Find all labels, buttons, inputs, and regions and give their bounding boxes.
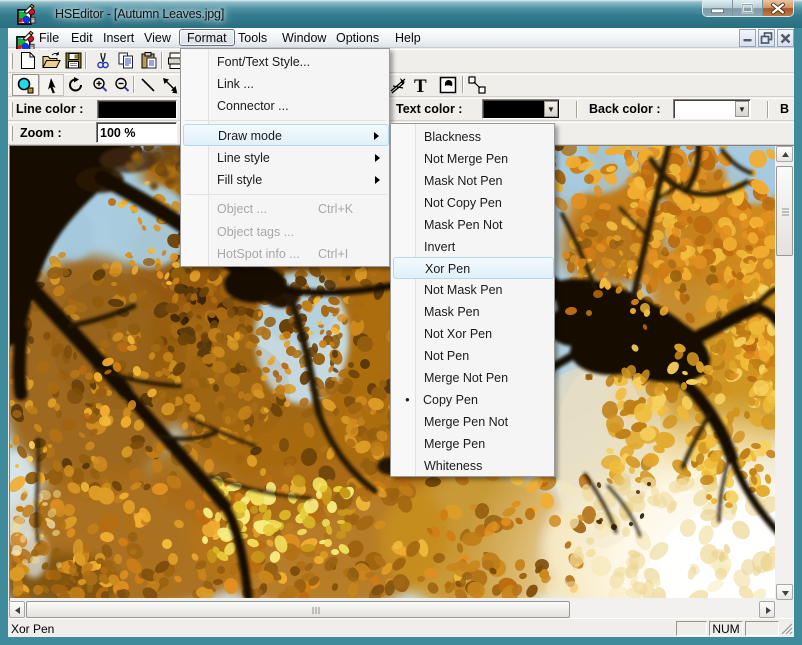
svg-text:T: T (414, 76, 427, 97)
